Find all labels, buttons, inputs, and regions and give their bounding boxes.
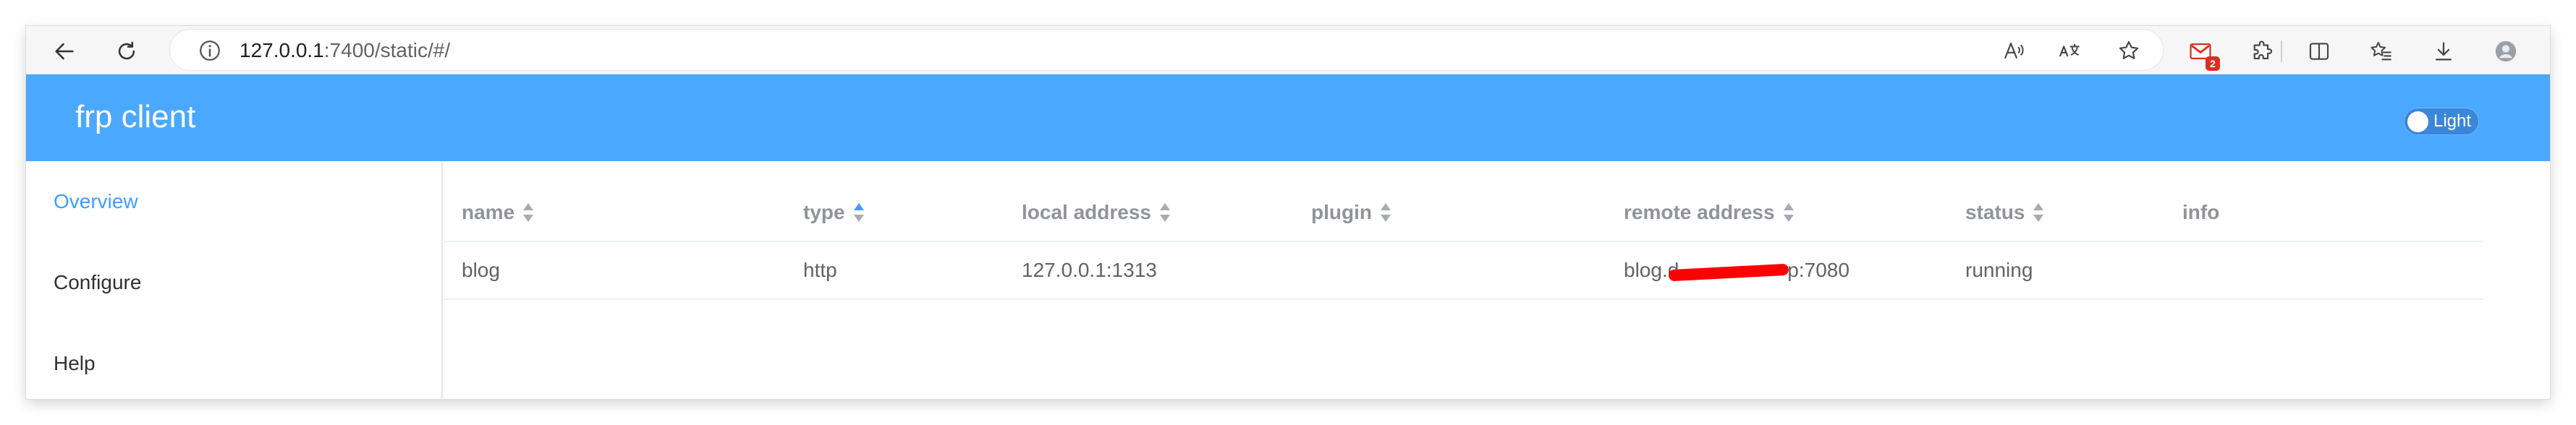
info-icon[interactable] bbox=[198, 38, 222, 63]
profile-avatar-icon bbox=[2495, 40, 2517, 62]
read-aloud-icon[interactable] bbox=[2002, 38, 2027, 63]
column-header-type[interactable]: type bbox=[803, 184, 864, 241]
gmail-badge: 2 bbox=[2206, 56, 2220, 71]
column-header-label: plugin bbox=[1311, 201, 1372, 223]
sort-caret-icon[interactable] bbox=[853, 202, 864, 222]
refresh-button[interactable] bbox=[110, 35, 143, 68]
url-path: :7400/static/#/ bbox=[323, 39, 451, 61]
cell-remote-address: blog.d p:7080 bbox=[1624, 242, 1850, 299]
redaction-mark bbox=[1668, 263, 1789, 282]
sort-caret-icon[interactable] bbox=[1380, 202, 1391, 222]
sidebar-item-help[interactable]: Help bbox=[26, 323, 441, 399]
sidebar-menu: Overview Configure Help bbox=[26, 161, 443, 399]
favorites-list-icon bbox=[2370, 41, 2391, 61]
column-header-local-address[interactable]: local address bbox=[1022, 184, 1170, 241]
sidebar-item-overview[interactable]: Overview bbox=[26, 161, 441, 242]
cell-name: blog bbox=[462, 259, 500, 281]
toolbar-separator bbox=[2281, 40, 2282, 62]
downloads-button[interactable] bbox=[2427, 35, 2460, 68]
url-host: 127.0.0.1 bbox=[240, 39, 324, 61]
table-row[interactable]: blog http 127.0.0.1:1313 blog.d p:7080 ru… bbox=[444, 242, 2483, 300]
url-text[interactable]: 127.0.0.1:7400/static/#/ bbox=[240, 30, 450, 72]
theme-toggle-label: Light bbox=[2433, 111, 2472, 131]
column-header-plugin[interactable]: plugin bbox=[1311, 184, 1391, 241]
download-icon bbox=[2435, 42, 2452, 61]
sort-caret-icon[interactable] bbox=[2033, 202, 2044, 222]
translate-icon[interactable] bbox=[2057, 38, 2082, 63]
browser-toolbar: 127.0.0.1:7400/static/#/ 2 bbox=[26, 26, 2550, 74]
extensions-button[interactable] bbox=[2246, 35, 2279, 68]
column-header-label: remote address bbox=[1624, 201, 1775, 223]
cell-type: http bbox=[803, 259, 837, 281]
column-header-label: type bbox=[803, 201, 845, 223]
gmail-extension-button[interactable]: 2 bbox=[2184, 35, 2220, 71]
theme-toggle-knob bbox=[2407, 111, 2428, 132]
column-header-remote-address[interactable]: remote address bbox=[1624, 184, 1794, 241]
cell-local-address: 127.0.0.1:1313 bbox=[1022, 259, 1157, 281]
app-title: frp client bbox=[75, 99, 196, 134]
sort-caret-icon[interactable] bbox=[1159, 202, 1170, 222]
favorites-button[interactable] bbox=[2365, 35, 2398, 68]
sidebar-item-configure[interactable]: Configure bbox=[26, 242, 441, 323]
proxy-table: name type local address plugin remote ad… bbox=[444, 184, 2483, 300]
back-arrow-icon bbox=[55, 43, 74, 60]
split-screen-icon bbox=[2309, 43, 2329, 60]
split-screen-button[interactable] bbox=[2302, 35, 2336, 68]
sort-caret-icon[interactable] bbox=[1783, 202, 1794, 222]
back-button[interactable] bbox=[48, 35, 81, 68]
column-header-label: name bbox=[462, 201, 515, 223]
sort-caret-icon[interactable] bbox=[523, 202, 534, 222]
theme-toggle[interactable]: Light bbox=[2404, 108, 2479, 135]
column-header-info: info bbox=[2182, 201, 2220, 223]
address-bar[interactable]: 127.0.0.1:7400/static/#/ bbox=[169, 29, 2164, 71]
cell-status: running bbox=[1965, 259, 2033, 281]
column-header-label: local address bbox=[1022, 201, 1151, 223]
extensions-puzzle-icon bbox=[2253, 40, 2273, 59]
favorite-star-icon[interactable] bbox=[2117, 38, 2141, 63]
app-header: frp client Light bbox=[26, 74, 2550, 161]
column-header-name[interactable]: name bbox=[462, 184, 534, 241]
refresh-icon bbox=[118, 41, 135, 60]
table-header-row: name type local address plugin remote ad… bbox=[444, 184, 2483, 242]
browser-window: 127.0.0.1:7400/static/#/ 2 frp client Li… bbox=[26, 26, 2550, 399]
column-header-status[interactable]: status bbox=[1965, 184, 2044, 241]
column-header-label: status bbox=[1965, 201, 2025, 223]
profile-button[interactable] bbox=[2489, 35, 2522, 68]
proxy-list-panel: name type local address plugin remote ad… bbox=[444, 161, 2550, 399]
remote-address-end: p:7080 bbox=[1787, 259, 1850, 281]
